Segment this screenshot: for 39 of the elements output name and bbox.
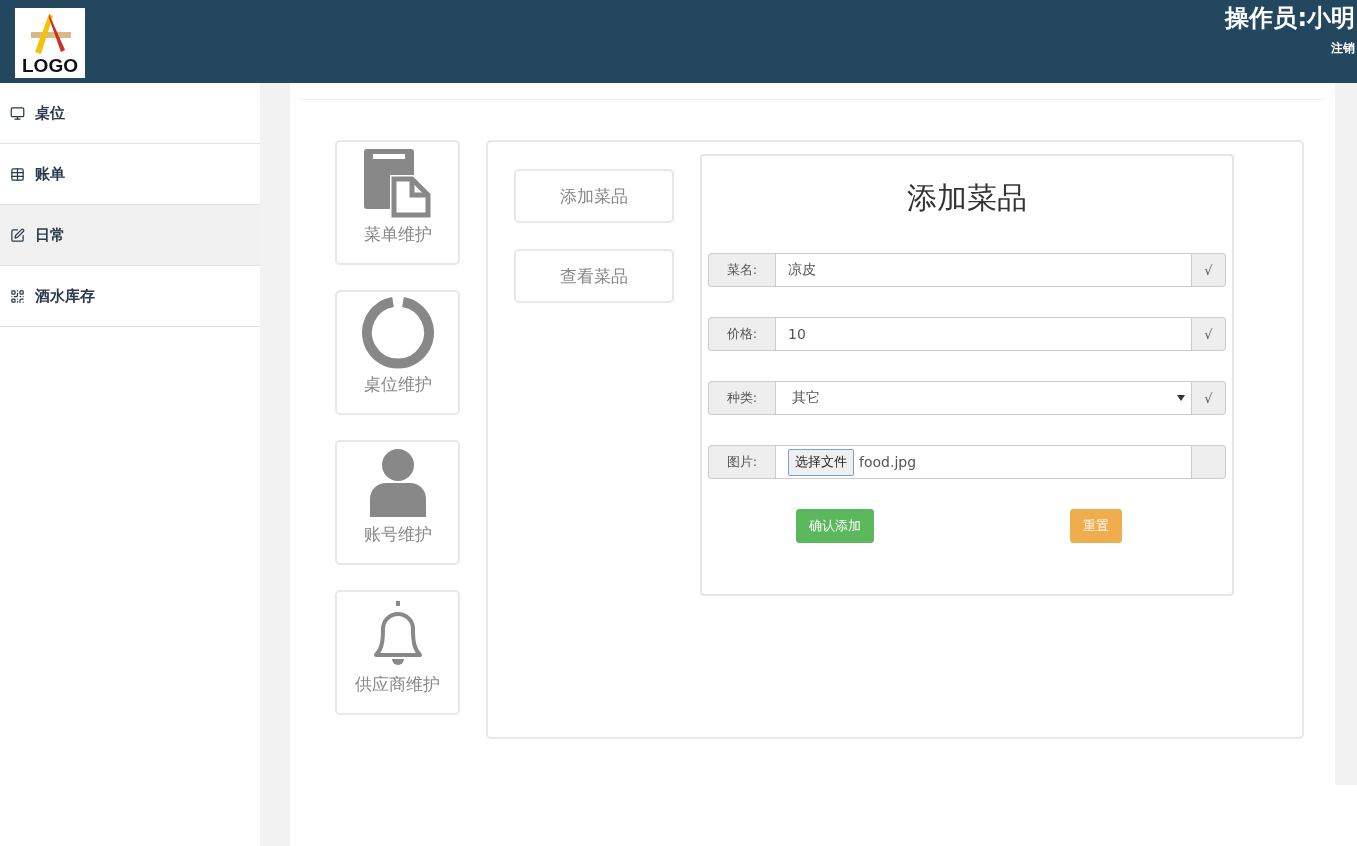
monitor-icon: [10, 105, 25, 121]
field-label: 种类:: [708, 381, 775, 415]
sidebar-label: 桌位: [35, 103, 65, 123]
sidebar-label: 日常: [35, 225, 65, 245]
sidebar-label: 酒水库存: [35, 286, 95, 306]
choose-file-button[interactable]: 选择文件: [788, 448, 854, 476]
select-field[interactable]: 其它: [775, 381, 1192, 415]
table-icon: [10, 166, 25, 182]
sidebar-item[interactable]: 日常: [0, 205, 260, 266]
field-label: 菜名:: [708, 253, 775, 287]
addon: [1192, 445, 1226, 479]
file-field[interactable]: 选择文件 food.jpg: [775, 445, 1192, 479]
submenu-button[interactable]: 添加菜品: [514, 169, 674, 223]
field-label: 图片:: [708, 445, 775, 479]
tile-label: 桌位维护: [363, 373, 432, 396]
menu-tile[interactable]: 供应商维护: [335, 590, 460, 715]
check-addon: √: [1192, 317, 1226, 351]
power-icon: [361, 297, 434, 369]
tile-label: 菜单维护: [363, 223, 432, 246]
sidebar-label: 账单: [35, 164, 65, 184]
logo-text: LOGO: [22, 56, 78, 75]
form-title: 添加菜品: [906, 179, 1028, 217]
field-label: 价格:: [708, 317, 775, 351]
documents-icon: [361, 147, 434, 219]
logout-link[interactable]: 注销: [1331, 40, 1355, 57]
operator-name: 操作员:小明: [1225, 6, 1355, 30]
qr-code-icon: [10, 288, 25, 304]
menu-tile[interactable]: 账号维护: [335, 440, 460, 565]
input-field[interactable]: 10: [775, 317, 1192, 351]
check-addon: √: [1192, 253, 1226, 287]
tile-label: 账号维护: [363, 523, 432, 546]
input-field[interactable]: 凉皮: [775, 253, 1192, 287]
menu-tile[interactable]: 桌位维护: [335, 290, 460, 415]
tile-label: 供应商维护: [355, 673, 440, 696]
dropdown-caret-icon: [1177, 395, 1185, 401]
menu-tile[interactable]: 菜单维护: [335, 140, 460, 265]
check-addon: √: [1192, 381, 1226, 415]
submenu-button[interactable]: 查看菜品: [514, 249, 674, 303]
edit-icon: [10, 227, 25, 243]
